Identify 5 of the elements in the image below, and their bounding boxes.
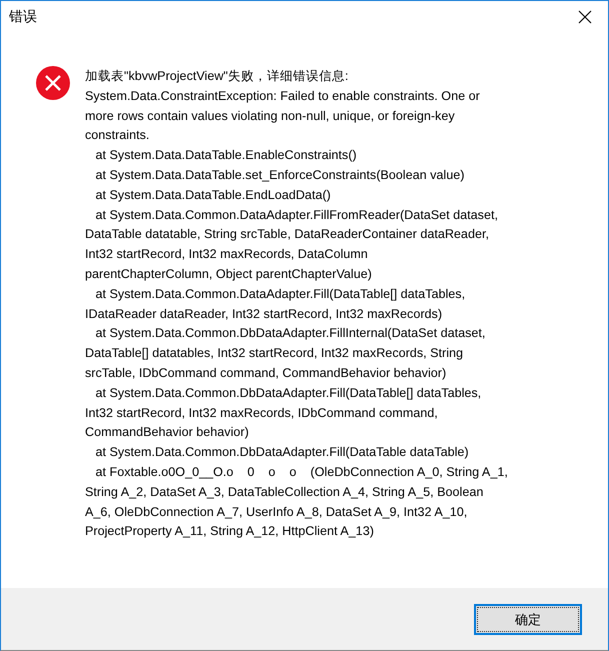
ok-button[interactable]: 确定 <box>474 604 582 635</box>
close-icon <box>578 10 592 24</box>
window-title: 错误 <box>9 8 37 26</box>
error-icon <box>35 65 71 101</box>
error-message: 加载表"kbvwProjectView"失败，详细错误信息: System.Data.ConstraintException: Failed to enable constraints. One or more rows contain values violating non-null, unique, or foreign-key constraints. at System.Data.DataTable.EnableConstraints() at System.Data.DataTable.set_EnforceConstraints(Boolean value) at System.Data.DataTable.EndLoadData() at System.Data.Common.DataAdapter.FillFromReader(DataSet dataset, DataTable datatable, String srcTable, DataReaderContainer dataReader, Int32 startRecord, Int32 maxRecords, DataColumn parentChapterColumn, Object parentChapterValue) at System.Data.Common.DataAdapter.Fill(DataTable[] dataTables, IDataReader dataReader, Int32 startRecord, Int32 maxRecords) at System.Data.Common.DbDataAdapter.FillInternal(DataSet dataset, DataTable[] datatables, Int32 startRecord, Int32 maxRecords, String srcTable, IDbCommand command, CommandBehavior behavior) at System.Data.Common.DbDataAdapter.Fill(DataTable[] dataTables, Int32 startRecord, Int32 maxRecords, IDbCommand command, CommandBehavior behavior) at System.Data.Common.DbDataAdapter.Fill(DataTable dataTable) at Foxtable.o0O_0__O.o 0 o o (OleDbConnection A_0, String A_1, String A_2, DataSet A_3, DataTableCollection A_4, String A_5, Boolean A_6, OleDbConnection A_7, UserInfo A_8, DataSet A_9, Int32 A_10, ProjectProperty A_11, String A_12, HttpClient A_13) <box>85 68 508 540</box>
